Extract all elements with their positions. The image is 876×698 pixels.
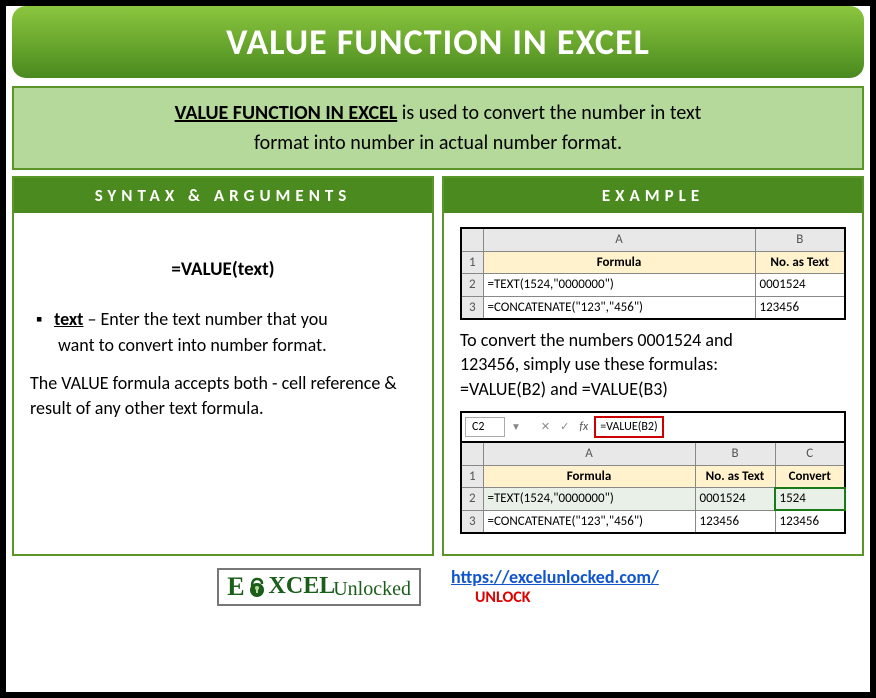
argument-name: text — [54, 308, 83, 330]
intro-bold: VALUE FUNCTION IN EXCEL — [175, 101, 398, 125]
formula-input: =VALUE(B2) — [594, 416, 663, 438]
intro-text-2: format into number in actual number form… — [254, 131, 622, 155]
example-explanation: To convert the numbers 0001524 and 12345… — [460, 328, 846, 401]
table-header-cell: Formula — [483, 251, 755, 274]
cancel-icon: ✕ — [541, 420, 554, 435]
table-cell: =CONCATENATE("123","456") — [483, 510, 695, 533]
syntax-header: SYNTAX & ARGUMENTS — [14, 178, 432, 213]
table-header-cell: Convert — [775, 465, 845, 488]
syntax-note: The VALUE formula accepts both - cell re… — [30, 371, 416, 420]
lock-icon — [247, 574, 267, 600]
example-table-2: ABC 1FormulaNo. as TextConvert 2=TEXT(15… — [460, 441, 846, 534]
table-cell: =TEXT(1524,"0000000") — [483, 274, 755, 297]
table-header-cell: No. as Text — [695, 465, 775, 488]
enter-icon: ✓ — [560, 420, 573, 435]
table-header-cell: No. as Text — [755, 251, 845, 274]
fx-icon: fx — [579, 419, 588, 435]
argument-item: ▪ text – Enter the text number that you … — [36, 307, 416, 358]
logo-subtext: Unlocked — [333, 578, 411, 601]
explain-line: =VALUE(B2) and =VALUE(B3) — [460, 378, 668, 400]
col-header-a: A — [483, 442, 695, 465]
table-cell-result: 1524 — [775, 488, 845, 511]
bullet-icon: ▪ — [36, 307, 50, 331]
table-cell: 123456 — [695, 510, 775, 533]
footer-link[interactable]: https://excelunlocked.com/ — [451, 566, 659, 588]
row-header: 1 — [461, 465, 483, 488]
logo-text: XCEL — [269, 573, 336, 600]
col-header-c: C — [775, 442, 845, 465]
table-header-cell: Formula — [483, 465, 695, 488]
row-header: 2 — [461, 274, 483, 297]
table-cell: 0001524 — [755, 274, 845, 297]
row-header: 3 — [461, 510, 483, 533]
argument-desc-1: – Enter the text number that you — [83, 308, 327, 330]
footer-unlock-text: UNLOCK — [475, 588, 531, 607]
col-header-b: B — [755, 228, 845, 251]
formula-bar: C2 ▼ ✕ ✓ fx =VALUE(B2) — [460, 411, 846, 441]
example-table-1: AB 1FormulaNo. as Text 2=TEXT(1524,"0000… — [460, 227, 846, 320]
table-cell-result: 123456 — [775, 510, 845, 533]
syntax-formula: =VALUE(text) — [30, 257, 416, 283]
row-header: 2 — [461, 488, 483, 511]
intro-description: VALUE FUNCTION IN EXCEL is used to conve… — [12, 86, 864, 170]
col-header-b: B — [695, 442, 775, 465]
example-panel: EXAMPLE AB 1FormulaNo. as Text 2=TEXT(15… — [442, 176, 864, 556]
logo: E XCEL Unlocked — [217, 568, 421, 606]
example-header: EXAMPLE — [444, 178, 862, 213]
table-cell: =CONCATENATE("123","456") — [483, 296, 755, 319]
page-title: VALUE FUNCTION IN EXCEL — [12, 6, 864, 78]
row-header: 1 — [461, 251, 483, 274]
argument-desc-2: want to convert into number format. — [58, 333, 416, 357]
name-box: C2 — [465, 417, 505, 437]
col-header-a: A — [483, 228, 755, 251]
intro-text-1: is used to convert the number in text — [397, 101, 701, 125]
explain-line: To convert the numbers 0001524 and — [460, 329, 733, 351]
syntax-panel: SYNTAX & ARGUMENTS =VALUE(text) ▪ text –… — [12, 176, 434, 556]
explain-line: 123456, simply use these formulas: — [460, 353, 718, 375]
footer: E XCEL Unlocked https://excelunlocked.co… — [6, 566, 870, 607]
table-cell: 123456 — [755, 296, 845, 319]
table-cell: =TEXT(1524,"0000000") — [483, 488, 695, 511]
table-cell: 0001524 — [695, 488, 775, 511]
dropdown-icon: ▼ — [511, 420, 521, 434]
logo-text: E — [227, 572, 244, 602]
row-header: 3 — [461, 296, 483, 319]
